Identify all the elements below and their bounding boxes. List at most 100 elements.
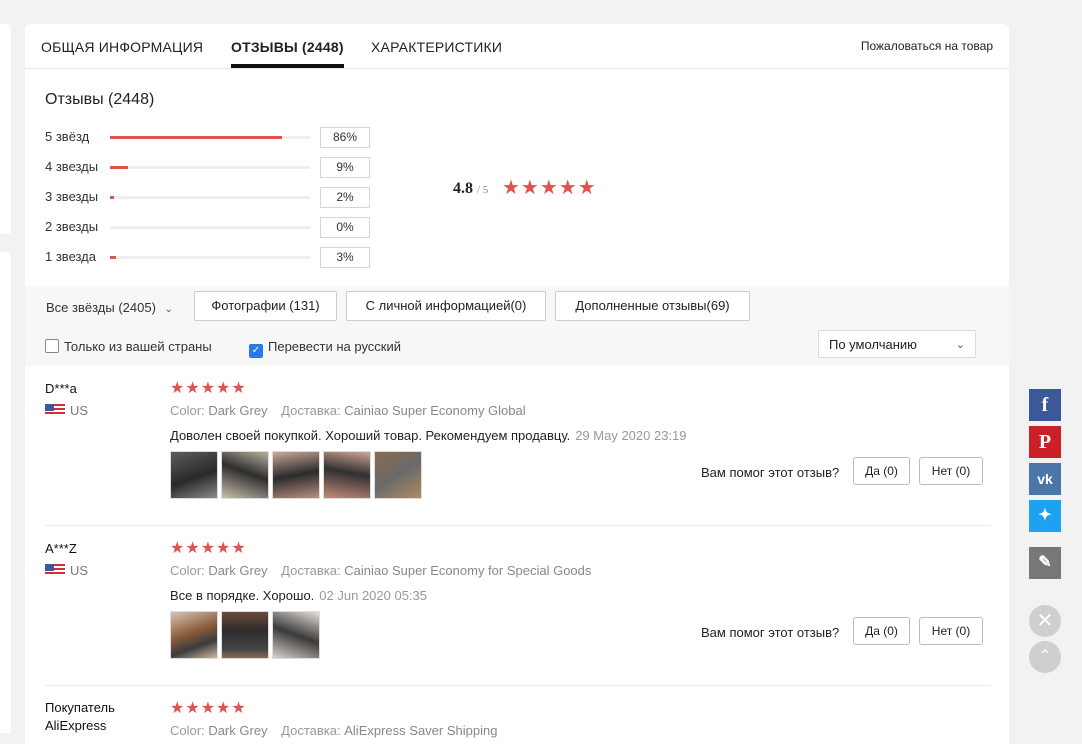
review-photo-thumbnail[interactable]: [221, 451, 269, 499]
us-flag-icon: [45, 564, 65, 576]
average-max: / 5: [477, 184, 489, 196]
reviewer-country: US: [45, 563, 88, 578]
edit-icon[interactable]: ✎: [1029, 547, 1061, 579]
helpful-yes-button[interactable]: Да (0): [853, 457, 910, 485]
sort-value: По умолчанию: [829, 337, 917, 352]
shipping-label: Доставка:: [281, 723, 341, 738]
shipping-value: Cainiao Super Economy for Special Goods: [344, 563, 592, 578]
rating-bar: [110, 166, 310, 169]
rating-bar: [110, 196, 310, 199]
twitter-icon[interactable]: ✦: [1029, 500, 1061, 532]
all-stars-dropdown[interactable]: Все звёзды (2405) ⌄: [46, 300, 173, 315]
rating-bar-fill: [110, 166, 128, 169]
review-text: Доволен своей покупкой. Хороший товар. Р…: [170, 428, 687, 443]
review-photos: [170, 451, 425, 499]
review-meta: Color: Dark Grey Доставка: Cainiao Super…: [170, 403, 526, 418]
all-stars-label: Все звёзды (2405): [46, 300, 156, 315]
personal-info-filter-button[interactable]: С личной информацией(0): [346, 291, 546, 321]
rating-label: 2 звезды: [45, 219, 99, 234]
review-date: 02 Jun 2020 05:35: [319, 588, 428, 603]
review-item: Покупатель AliExpress ★★★★★ Color: Dark …: [45, 700, 991, 744]
report-product-link[interactable]: Пожаловаться на товар: [861, 39, 993, 53]
rating-label: 3 звезды: [45, 189, 99, 204]
country-code: US: [70, 403, 89, 418]
review-date: 29 May 2020 23:19: [575, 428, 687, 443]
review-photo-thumbnail[interactable]: [323, 451, 371, 499]
review-item: A***Z US ★★★★★ Color: Dark Grey Доставка…: [45, 540, 991, 681]
translate-label: Перевести на русский: [268, 339, 402, 354]
helpful-no-button[interactable]: Нет (0): [919, 457, 983, 485]
chevron-down-icon: ⌄: [164, 304, 173, 315]
checkmark-icon: ✓: [249, 344, 263, 358]
reviews-title: Отзывы (2448): [45, 91, 155, 108]
color-label: Color:: [170, 403, 205, 418]
review-divider: [45, 525, 991, 526]
rating-percent: 9%: [320, 157, 370, 178]
rating-row-3: 3 звезды 2%: [45, 187, 385, 208]
additional-reviews-filter-button[interactable]: Дополненные отзывы(69): [555, 291, 750, 321]
vk-icon[interactable]: vk: [1029, 463, 1061, 495]
left-panel-edge: [0, 24, 11, 234]
review-photo-thumbnail[interactable]: [272, 611, 320, 659]
rating-row-4: 4 звезды 9%: [45, 157, 385, 178]
rating-bar: [110, 256, 310, 259]
review-stars: ★★★★★: [170, 700, 247, 717]
shipping-label: Доставка:: [281, 563, 341, 578]
review-item: D***a US ★★★★★ Color: Dark Grey Доставка…: [45, 380, 991, 521]
tab-bar: ОБЩАЯ ИНФОРМАЦИЯ ОТЗЫВЫ (2448) ХАРАКТЕРИ…: [25, 24, 1009, 69]
rating-bar-fill: [110, 196, 114, 199]
shipping-value: Cainiao Super Economy Global: [344, 403, 526, 418]
rating-bar-fill: [110, 136, 282, 139]
rating-bar: [110, 226, 310, 229]
chevron-down-icon: ⌄: [955, 339, 965, 351]
facebook-icon[interactable]: f: [1029, 389, 1061, 421]
country-code: US: [70, 563, 89, 578]
helpful-no-button[interactable]: Нет (0): [919, 617, 983, 645]
review-photo-thumbnail[interactable]: [170, 451, 218, 499]
review-photo-thumbnail[interactable]: [374, 451, 422, 499]
tab-general[interactable]: ОБЩАЯ ИНФОРМАЦИЯ: [41, 39, 203, 55]
helpful-yes-button[interactable]: Да (0): [853, 617, 910, 645]
rating-percent: 0%: [320, 217, 370, 238]
color-value: Dark Grey: [208, 403, 268, 418]
rating-row-2: 2 звезды 0%: [45, 217, 385, 238]
color-value: Dark Grey: [208, 563, 268, 578]
left-panel-edge: [0, 252, 11, 733]
review-meta: Color: Dark Grey Доставка: AliExpress Sa…: [170, 723, 497, 738]
review-photo-thumbnail[interactable]: [170, 611, 218, 659]
sort-dropdown[interactable]: По умолчанию ⌄: [818, 330, 976, 358]
reviewer-country: US: [45, 403, 88, 418]
helpful-question: Вам помог этот отзыв?: [701, 625, 840, 640]
review-text: Все в порядке. Хорошо. 02 Jun 2020 05:35: [170, 588, 427, 603]
shipping-label: Доставка:: [281, 403, 341, 418]
us-flag-icon: [45, 404, 65, 416]
only-country-checkbox[interactable]: Только из вашей страны: [45, 339, 212, 354]
review-photo-thumbnail[interactable]: [272, 451, 320, 499]
checkbox-box: [45, 339, 59, 353]
rating-label: 1 звезда: [45, 249, 96, 264]
rating-label: 4 звезды: [45, 159, 99, 174]
color-value: Dark Grey: [208, 723, 268, 738]
scroll-up-icon[interactable]: ⌃: [1029, 641, 1061, 673]
tab-reviews[interactable]: ОТЗЫВЫ (2448): [231, 39, 344, 68]
review-body: Доволен своей покупкой. Хороший товар. Р…: [170, 428, 571, 443]
color-label: Color:: [170, 723, 205, 738]
tab-specs[interactable]: ХАРАКТЕРИСТИКИ: [371, 39, 502, 55]
review-meta: Color: Dark Grey Доставка: Cainiao Super…: [170, 563, 591, 578]
reviewer-name: Покупатель AliExpress: [45, 700, 115, 733]
rating-summary: Отзывы (2448) 5 звёзд 86% 4 звезды 9% 3 …: [25, 69, 1009, 287]
rating-bar: [110, 136, 310, 139]
translate-checkbox[interactable]: ✓ Перевести на русский: [249, 339, 401, 358]
review-stars: ★★★★★: [170, 380, 247, 397]
close-icon[interactable]: ✕: [1029, 605, 1061, 637]
review-stars: ★★★★★: [170, 540, 247, 557]
photos-filter-button[interactable]: Фотографии (131): [194, 291, 337, 321]
pinterest-icon[interactable]: P: [1029, 426, 1061, 458]
rating-bar-fill: [110, 256, 116, 259]
rating-percent: 3%: [320, 247, 370, 268]
review-photos: [170, 611, 323, 659]
rating-percent: 86%: [320, 127, 370, 148]
reviewer-name: D***a: [45, 381, 77, 396]
rating-row-1: 1 звезда 3%: [45, 247, 385, 268]
review-photo-thumbnail[interactable]: [221, 611, 269, 659]
